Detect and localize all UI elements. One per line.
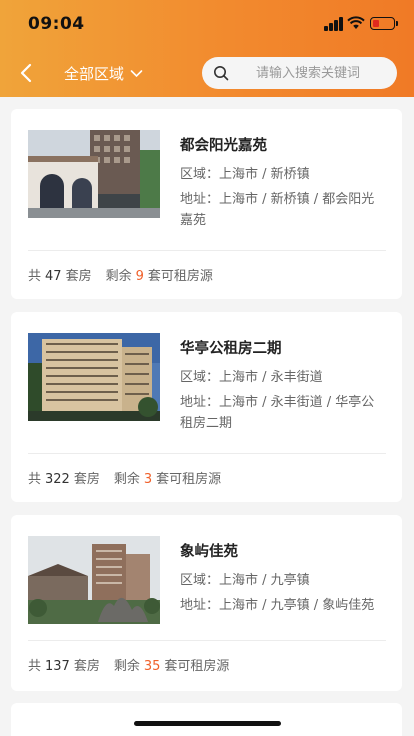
search-box[interactable] <box>202 57 397 89</box>
battery-cap <box>396 21 398 26</box>
total-count: 47 <box>45 269 62 284</box>
home-indicator <box>134 721 281 726</box>
signal-icon <box>324 17 344 31</box>
listing-address: 地址：上海市 / 永丰街道 / 华亭公租房二期 <box>180 395 375 431</box>
total-count: 137 <box>45 659 70 674</box>
back-arrow-icon[interactable] <box>14 60 40 86</box>
total-count: 322 <box>45 472 70 487</box>
listing-stats: 共 47 套房 剩余 9 套可租房源 <box>28 269 213 284</box>
listing-card[interactable]: 华亭公租房二期 区域：上海市 / 永丰街道 地址：上海市 / 永丰街道 / 华亭… <box>11 312 402 502</box>
listing-card-partial[interactable] <box>11 703 402 736</box>
battery-icon <box>370 17 395 30</box>
region-filter[interactable]: 全部区域 <box>64 63 143 84</box>
listing-address: 地址：上海市 / 新桥镇 / 都会阳光嘉苑 <box>180 192 375 228</box>
listing-name: 华亭公租房二期 <box>180 341 282 357</box>
remaining-count: 9 <box>135 269 144 284</box>
search-input[interactable] <box>238 57 388 89</box>
listing-photo <box>28 536 160 624</box>
status-time: 09:04 <box>28 14 85 34</box>
card-divider <box>28 640 386 641</box>
card-divider <box>28 453 386 454</box>
listing-stats: 共 322 套房 剩余 3 套可租房源 <box>28 472 222 487</box>
top-header: 09:04 全部区域 <box>0 0 414 97</box>
listing-area: 区域：上海市 / 永丰街道 <box>180 370 323 385</box>
region-filter-label: 全部区域 <box>64 65 125 83</box>
remaining-count: 3 <box>143 472 153 487</box>
wifi-icon <box>347 16 365 29</box>
listing-name: 象屿佳苑 <box>180 544 238 560</box>
listing-card[interactable]: 象屿佳苑 区域：上海市 / 九亭镇 地址：上海市 / 九亭镇 / 象屿佳苑 共1… <box>11 515 402 691</box>
remaining-count: 35 <box>143 659 161 674</box>
listing-name: 都会阳光嘉苑 <box>180 138 267 154</box>
listing-photo <box>28 130 160 218</box>
listing-area: 区域：上海市 / 九亭镇 <box>180 573 310 588</box>
listing-address: 地址：上海市 / 九亭镇 / 象屿佳苑 <box>180 598 375 613</box>
chevron-down-icon <box>130 70 143 78</box>
listing-stats: 共 137 套房 剩余 35 套可租房源 <box>28 659 230 674</box>
search-icon <box>214 66 229 81</box>
listing-area: 区域：上海市 / 新桥镇 <box>180 167 310 182</box>
listing-photo <box>28 333 160 421</box>
listing-card[interactable]: 都会阳光嘉苑 区域：上海市 / 新桥镇 地址：上海市 / 新桥镇 / 都会阳光嘉… <box>11 109 402 299</box>
status-bar: 09:04 <box>0 0 414 50</box>
battery-level <box>372 19 379 27</box>
card-divider <box>28 250 386 251</box>
